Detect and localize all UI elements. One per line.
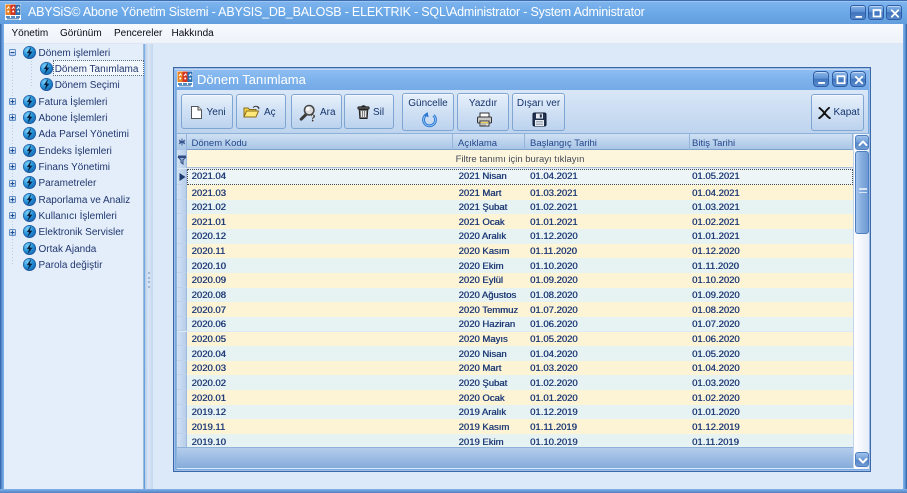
svg-text:?: ? [311,113,316,122]
